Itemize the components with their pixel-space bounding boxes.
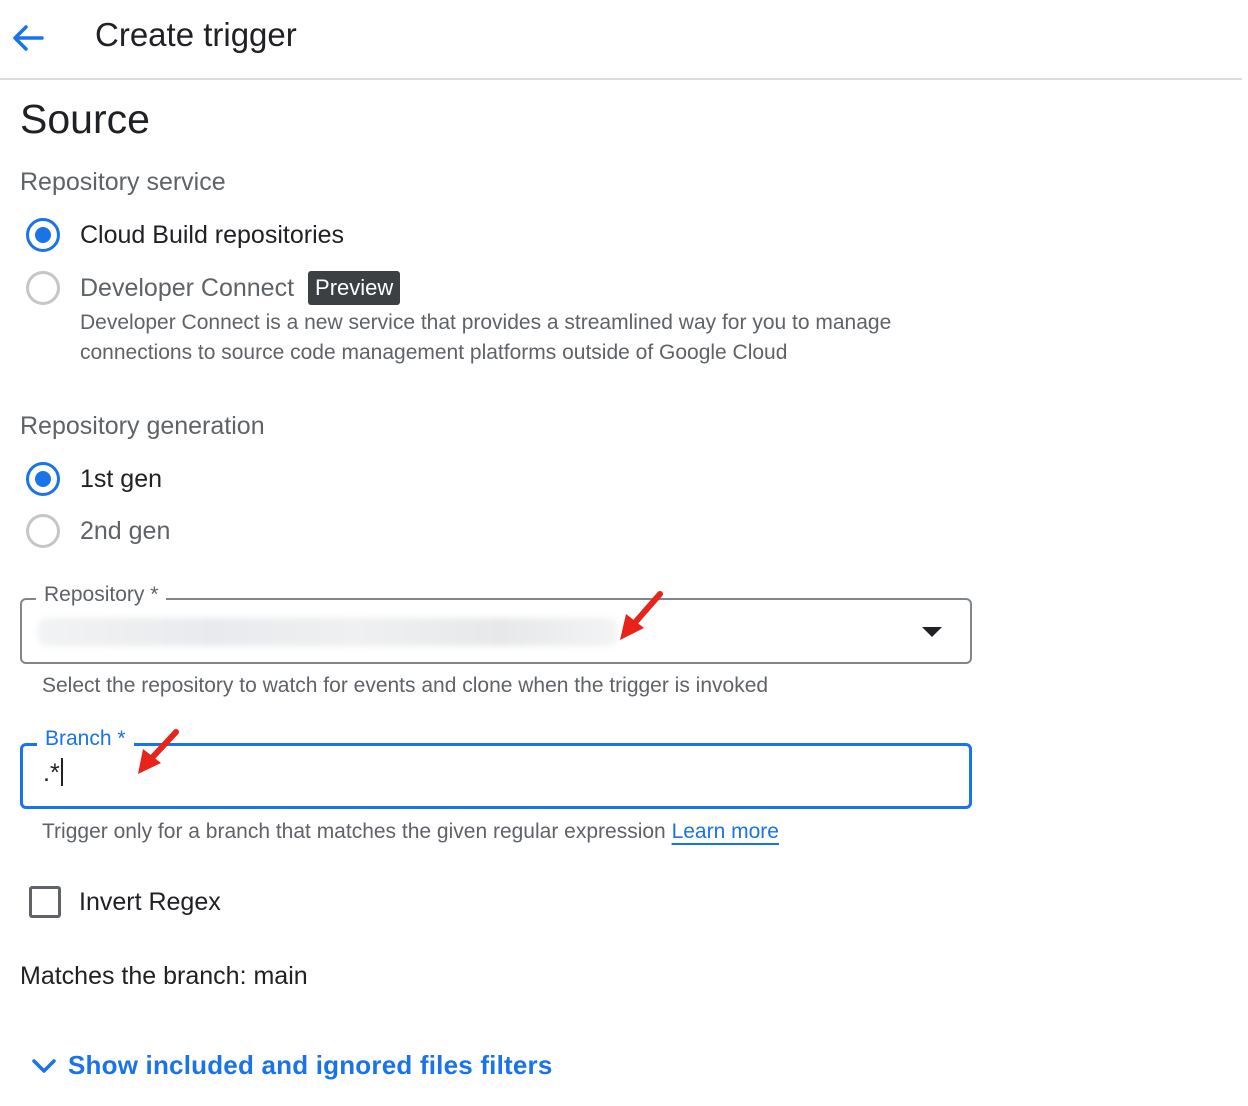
repository-hint: Select the repository to watch for event… (42, 674, 769, 697)
radio-1st-gen[interactable]: 1st gen (26, 459, 162, 499)
radio-2nd-gen[interactable]: 2nd gen (26, 511, 170, 551)
learn-more-link[interactable]: Learn more (672, 820, 779, 843)
developer-connect-description: Developer Connect is a new service that … (80, 311, 892, 364)
radio-developer-connect[interactable]: Developer Connect Preview (26, 268, 401, 308)
show-filters-label: Show included and ignored files filters (68, 1050, 553, 1080)
radio-label: 2nd gen (80, 516, 171, 545)
branch-value[interactable]: .* (43, 758, 63, 788)
back-button[interactable] (8, 18, 48, 58)
chevron-down-icon (32, 1058, 56, 1073)
text-cursor (60, 758, 63, 786)
radio-label: Cloud Build repositories (80, 220, 345, 249)
dropdown-arrow-icon[interactable] (922, 627, 942, 637)
repository-select[interactable]: Repository * (20, 583, 972, 664)
radio-button-checked[interactable] (26, 218, 60, 252)
matches-branch-text: Matches the branch: main (20, 962, 308, 990)
page-header: Create trigger (0, 0, 1242, 80)
arrow-back-icon (13, 25, 44, 51)
invert-regex-label: Invert Regex (79, 887, 221, 916)
section-title: Source (20, 96, 150, 142)
radio-cloud-build-repositories[interactable]: Cloud Build repositories (26, 215, 344, 255)
invert-regex-checkbox-row[interactable]: Invert Regex (29, 886, 221, 918)
preview-badge: Preview (308, 271, 401, 305)
radio-button-unchecked[interactable] (26, 514, 60, 548)
radio-label: 1st gen (80, 464, 163, 493)
branch-field-label: Branch * (37, 727, 134, 751)
invert-regex-checkbox[interactable] (29, 886, 61, 918)
repository-value-blurred (38, 618, 618, 646)
radio-button-checked[interactable] (26, 462, 60, 496)
repository-service-label: Repository service (20, 168, 226, 196)
branch-input[interactable]: Branch * .* (20, 727, 972, 809)
branch-hint: Trigger only for a branch that matches t… (42, 820, 779, 843)
show-filters-toggle[interactable]: Show included and ignored files filters (30, 1050, 553, 1081)
repository-generation-label: Repository generation (20, 412, 265, 440)
radio-label: Developer Connect (80, 273, 295, 302)
radio-button-unchecked[interactable] (26, 271, 60, 305)
page-title: Create trigger (95, 16, 297, 53)
repository-field-label: Repository * (36, 583, 167, 607)
